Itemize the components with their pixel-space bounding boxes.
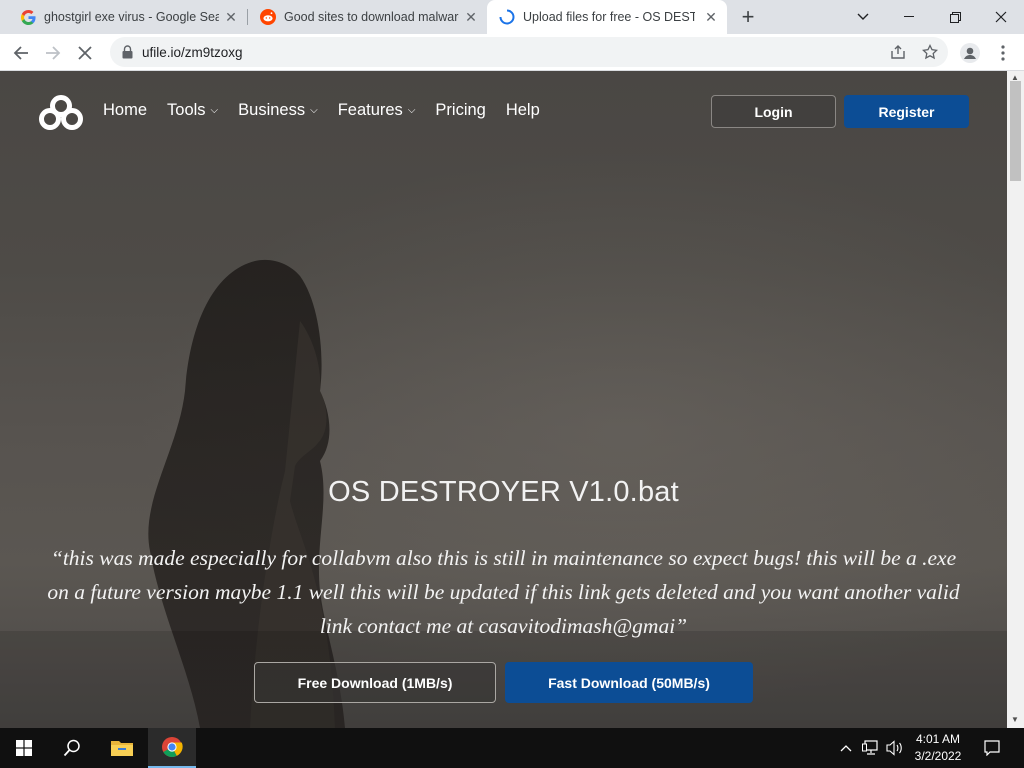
file-name-title: OS DESTROYER V1.0.bat (328, 476, 679, 508)
nav-label: Features (337, 101, 403, 119)
tab-reddit[interactable]: Good sites to download malware ✕ (240, 0, 487, 34)
stop-loading-button[interactable] (72, 40, 98, 66)
nav-label: Business (238, 101, 306, 119)
login-button[interactable]: Login (711, 95, 836, 128)
nav-tools[interactable]: Tools ⌵ (167, 101, 218, 120)
page-content: Home Tools ⌵ Business ⌵ Features ⌵ Pricing … (0, 71, 1007, 728)
minimize-button[interactable] (886, 0, 932, 34)
nav-label: Home (103, 101, 148, 119)
register-button[interactable]: Register (844, 95, 969, 128)
nav-label: Tools (167, 101, 206, 119)
nav-help[interactable]: Help (506, 101, 540, 120)
page-scrollbar[interactable]: ▲ ▼ (1007, 71, 1024, 728)
restore-button[interactable] (932, 0, 978, 34)
taskbar-clock[interactable]: 4:01 AM 3/2/2022 (902, 731, 974, 765)
share-icon[interactable] (888, 42, 908, 62)
browser-toolbar: ufile.io/zm9tzoxg (0, 34, 1024, 71)
reddit-icon (260, 9, 276, 25)
ufile-logo-icon[interactable] (38, 95, 84, 136)
new-tab-button[interactable]: + (737, 6, 759, 28)
tab-ufile[interactable]: Upload files for free - OS DESTRO ✕ (487, 0, 727, 34)
notifications-icon[interactable] (980, 728, 1004, 768)
taskbar-search-icon[interactable] (48, 728, 96, 768)
address-bar[interactable]: ufile.io/zm9tzoxg (110, 37, 948, 67)
free-download-button[interactable]: Free Download (1MB/s) (254, 662, 496, 703)
tab-title: Good sites to download malware (284, 10, 459, 24)
file-description: “this was made especially for collabvm a… (47, 546, 960, 638)
windows-start-icon[interactable] (0, 728, 48, 768)
close-tab-icon[interactable]: ✕ (223, 9, 239, 25)
clock-time: 4:01 AM (915, 732, 961, 746)
back-button[interactable] (8, 40, 34, 66)
bookmark-star-icon[interactable] (920, 42, 940, 62)
tray-chevron-up-icon[interactable] (836, 728, 856, 768)
file-explorer-icon[interactable] (98, 728, 146, 768)
profile-avatar-icon[interactable] (957, 40, 983, 66)
forward-button[interactable] (40, 40, 66, 66)
network-icon[interactable] (860, 728, 882, 768)
nav-business[interactable]: Business ⌵ (238, 101, 318, 120)
close-tab-icon[interactable]: ✕ (703, 9, 719, 25)
scrollbar-thumb[interactable] (1010, 81, 1021, 181)
windows-taskbar: 4:01 AM 3/2/2022 (0, 728, 1024, 768)
clock-date: 3/2/2022 (914, 749, 962, 763)
main-nav: Home Tools ⌵ Business ⌵ Features ⌵ Pricing … (103, 101, 560, 120)
fast-download-button[interactable]: Fast Download (50MB/s) (505, 662, 753, 703)
nav-label: Pricing (435, 101, 486, 119)
close-tab-icon[interactable]: ✕ (463, 9, 479, 25)
google-icon (20, 9, 36, 25)
chevron-down-icon: ⌵ (210, 105, 219, 116)
lock-icon[interactable] (122, 45, 133, 64)
chevron-down-icon: ⌵ (310, 105, 318, 116)
tab-search-icon[interactable] (840, 0, 886, 34)
tab-title: Upload files for free - OS DESTRO (523, 10, 695, 24)
loading-icon (499, 9, 515, 25)
tab-google-search[interactable]: ghostgirl exe virus - Google Sear ✕ (0, 0, 247, 34)
chrome-taskbar-icon[interactable] (148, 728, 196, 768)
nav-label: Help (505, 101, 540, 119)
scroll-down-arrow-icon[interactable]: ▼ (1011, 715, 1019, 724)
chevron-down-icon: ⌵ (407, 105, 416, 116)
url-text: ufile.io/zm9tzoxg (142, 45, 243, 60)
tab-title: ghostgirl exe virus - Google Sear (44, 10, 219, 24)
menu-kebab-icon[interactable] (990, 40, 1016, 66)
nav-pricing[interactable]: Pricing (435, 101, 485, 120)
nav-home[interactable]: Home (103, 101, 147, 120)
tab-strip: ghostgirl exe virus - Google Sear ✕ Good… (0, 0, 1024, 34)
nav-features[interactable]: Features ⌵ (338, 101, 416, 120)
close-window-button[interactable] (978, 0, 1024, 34)
